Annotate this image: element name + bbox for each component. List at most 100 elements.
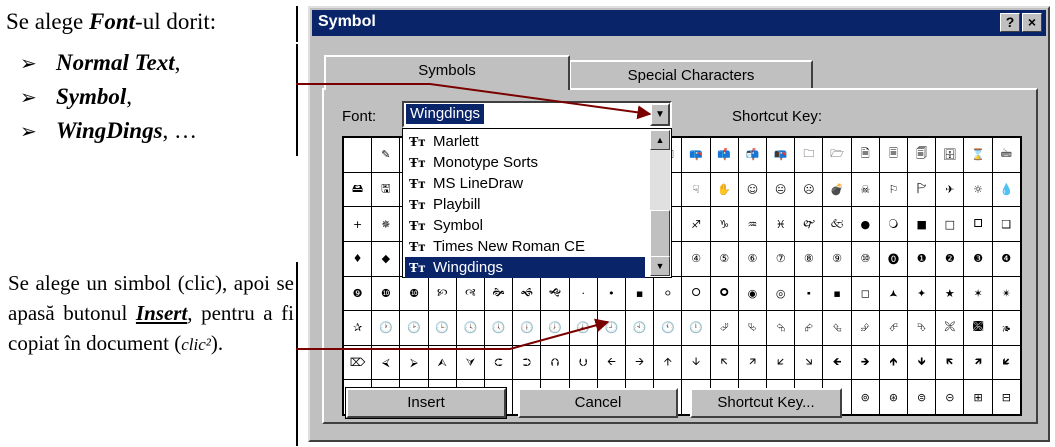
symbol-cell[interactable]: ❸ xyxy=(963,240,993,277)
symbol-cell[interactable]: ☟ xyxy=(681,171,711,208)
symbol-cell[interactable]: 📫 xyxy=(709,137,739,173)
symbol-cell[interactable]: ⊝ xyxy=(935,379,965,415)
symbol-cell[interactable]: ♒ xyxy=(737,206,768,242)
symbol-cell[interactable]: ✶ xyxy=(963,275,993,312)
symbol-cell[interactable]: 🙫 xyxy=(963,310,993,346)
symbol-cell[interactable]: 🡪 xyxy=(625,344,655,381)
symbol-cell[interactable]: ❿ xyxy=(371,275,401,312)
symbol-cell[interactable]: 🙞 xyxy=(484,275,514,312)
font-option[interactable]: Ŧт Playbill xyxy=(405,194,645,215)
symbol-cell[interactable]: ☹ xyxy=(794,171,824,208)
symbol-cell[interactable]: 🟂 xyxy=(878,275,909,312)
symbol-cell[interactable]: ⚐ xyxy=(878,171,909,208)
symbol-cell[interactable]: 🏱 xyxy=(907,171,937,208)
symbol-cell[interactable]: 🡩 xyxy=(653,344,683,381)
symbol-cell[interactable]: ⊛ xyxy=(878,379,909,415)
symbol-cell[interactable]: 🕘 xyxy=(596,310,627,346)
symbol-cell[interactable]: ⮴ xyxy=(822,310,852,346)
symbol-cell[interactable]: 🡫 xyxy=(681,344,711,381)
symbol-cell[interactable]: 🡯 xyxy=(766,344,796,381)
symbol-cell[interactable]: ⮶ xyxy=(878,310,909,346)
symbol-cell[interactable]: 🙕 xyxy=(991,310,1022,346)
symbol-cell[interactable]: 🖮 xyxy=(991,137,1022,173)
symbol-cell[interactable]: 🡸 xyxy=(822,344,852,381)
symbol-cell[interactable]: ◉ xyxy=(737,275,768,312)
symbol-cell[interactable]: 🕙 xyxy=(625,310,655,346)
symbol-cell[interactable]: ⮈ xyxy=(484,344,514,381)
close-button[interactable]: × xyxy=(1022,13,1042,32)
symbol-cell[interactable]: 🕛 xyxy=(681,310,711,346)
symbol-cell[interactable]: ⮱ xyxy=(737,310,768,346)
symbol-cell[interactable]: 🙪 xyxy=(935,310,965,346)
font-option[interactable]: Ŧт Marlett xyxy=(405,131,645,152)
symbol-cell[interactable]: ◆ xyxy=(371,240,401,277)
symbol-cell[interactable]: ▪ xyxy=(625,275,655,312)
symbol-cell[interactable]: ⑩ xyxy=(850,240,880,277)
symbol-cell[interactable]: · xyxy=(568,275,598,312)
symbol-cell[interactable]: ☠ xyxy=(850,171,880,208)
symbol-cell[interactable]: ⮛ xyxy=(455,344,486,381)
symbol-cell[interactable]: ❷ xyxy=(935,240,965,277)
symbol-cell[interactable]: ● xyxy=(850,206,880,242)
symbol-cell[interactable]: 🡺 xyxy=(850,344,880,381)
tab-symbols[interactable]: Symbols xyxy=(324,55,570,90)
symbol-cell[interactable]: 🙵 xyxy=(822,206,852,242)
symbol-cell[interactable]: ✎ xyxy=(371,137,401,173)
font-combobox[interactable]: Wingdings ▼ xyxy=(402,101,672,128)
symbol-cell[interactable]: 🕓 xyxy=(455,310,486,346)
symbol-cell[interactable]: ⮘ xyxy=(371,344,401,381)
symbol-cell[interactable]: ♦ xyxy=(342,240,373,277)
symbol-cell[interactable]: ❑ xyxy=(991,206,1022,242)
symbol-cell[interactable]: ⮵ xyxy=(850,310,880,346)
symbol-cell[interactable]: ◻ xyxy=(850,275,880,312)
scroll-up-arrow-icon[interactable]: ▲ xyxy=(650,130,670,150)
symbol-cell[interactable]: 🡭 xyxy=(737,344,768,381)
symbol-cell[interactable]: 🡿 xyxy=(991,344,1022,381)
font-option[interactable]: Ŧт MS LineDraw xyxy=(405,173,645,194)
symbol-cell[interactable]: ⓿ xyxy=(878,240,909,277)
symbol-cell[interactable]: □ xyxy=(935,206,965,242)
symbol-cell[interactable]: ✦ xyxy=(907,275,937,312)
symbol-cell[interactable]: 🕑 xyxy=(399,310,429,346)
tab-special-characters[interactable]: Special Characters xyxy=(569,60,813,89)
symbol-cell[interactable]: 🕕 xyxy=(512,310,542,346)
symbol-cell[interactable]: ⌛ xyxy=(963,137,993,173)
symbol-cell[interactable]: ⮳ xyxy=(794,310,824,346)
dropdown-scrollbar[interactable]: ▲ ▼ xyxy=(650,130,670,276)
symbol-cell[interactable]: ⊜ xyxy=(907,379,937,415)
font-option[interactable]: Ŧт Symbol xyxy=(405,215,645,236)
symbol-cell[interactable]: 🗐 xyxy=(907,137,937,173)
font-dropdown-list[interactable]: ▲ ▼ Ŧт Marlett Ŧт Monotype Sorts Ŧт MS LineDr… xyxy=(402,128,672,278)
symbol-cell[interactable]: ⮲ xyxy=(766,310,796,346)
symbol-cell[interactable]: 🙝 xyxy=(540,275,570,312)
symbol-cell[interactable]: 🙜 xyxy=(512,275,542,312)
symbol-cell[interactable]: ⑥ xyxy=(737,240,768,277)
symbol-cell[interactable]: ♑ xyxy=(709,206,739,242)
symbol-cell[interactable]: ⮚ xyxy=(399,344,429,381)
symbol-cell[interactable]: ⌦ xyxy=(342,344,373,381)
symbol-cell[interactable]: ✰ xyxy=(342,310,373,346)
symbol-cell[interactable]: 🕗 xyxy=(568,310,598,346)
symbol-cell[interactable]: ⊞ xyxy=(963,379,993,415)
symbol-cell[interactable]: ◎ xyxy=(766,275,796,312)
symbol-cell[interactable]: ⮊ xyxy=(512,344,542,381)
symbol-cell[interactable]: 🡽 xyxy=(963,344,993,381)
font-option[interactable]: Ŧт Monotype Sorts xyxy=(405,152,645,173)
symbol-cell[interactable]: 📪 xyxy=(681,137,711,173)
symbol-cell[interactable]: ⮋ xyxy=(568,344,598,381)
symbol-cell[interactable]: ⮙ xyxy=(427,344,457,381)
symbol-cell[interactable]: 🡬 xyxy=(709,344,739,381)
symbol-cell[interactable]: 🙡 xyxy=(427,275,457,312)
symbol-cell[interactable]: 🕚 xyxy=(653,310,683,346)
symbol-cell[interactable]: ④ xyxy=(681,240,711,277)
symbol-cell[interactable]: ⚪ xyxy=(653,275,683,312)
symbol-cell[interactable]: 📭 xyxy=(766,137,796,173)
symbol-cell[interactable]: 🕔 xyxy=(484,310,514,346)
symbol-cell[interactable]: 📬 xyxy=(737,137,768,173)
symbol-cell[interactable]: 💧 xyxy=(991,171,1022,208)
font-combobox-value[interactable]: Wingdings xyxy=(406,104,485,124)
symbol-cell[interactable]: ✵ xyxy=(371,206,401,242)
symbol-cell[interactable]: ♐ xyxy=(681,206,711,242)
dialog-titlebar[interactable]: Symbol ? × xyxy=(312,10,1046,36)
font-option[interactable]: Ŧт Times New Roman CE xyxy=(405,236,645,257)
